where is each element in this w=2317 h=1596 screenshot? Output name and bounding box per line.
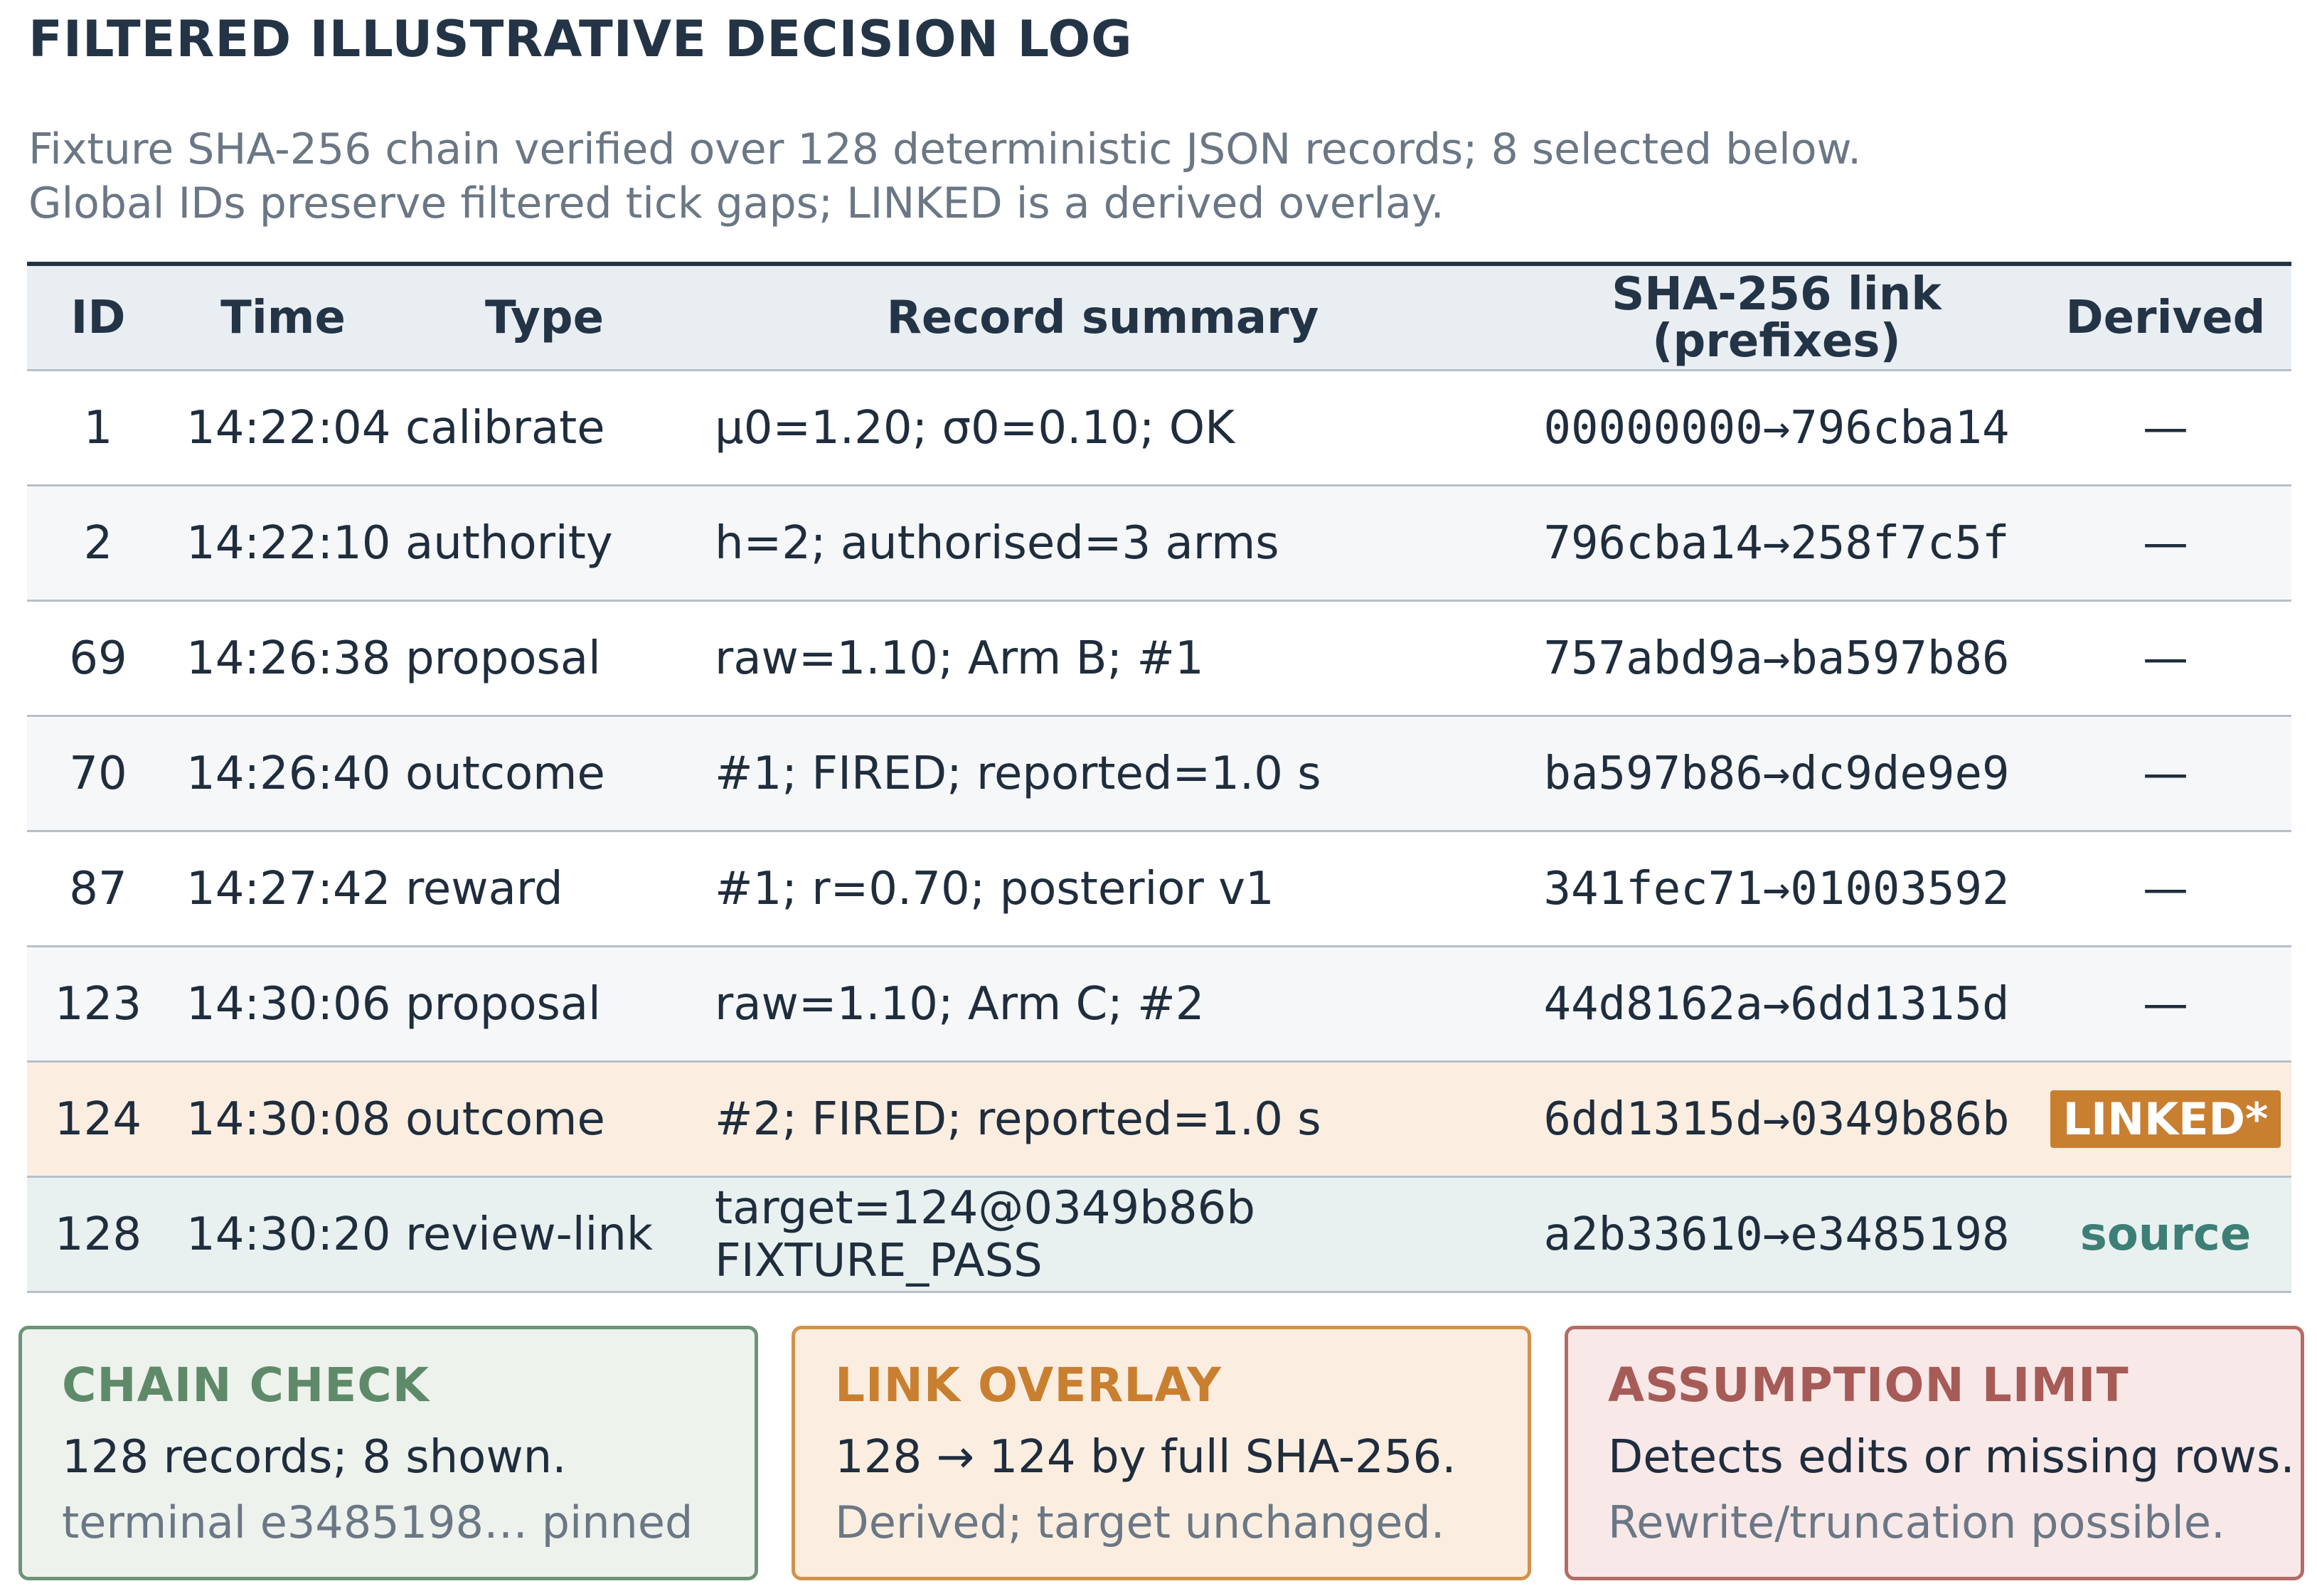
cell-summary: raw=1.10; Arm B; #1 xyxy=(715,632,1204,685)
header-type: Type xyxy=(485,291,604,344)
header-id: ID xyxy=(70,291,126,344)
summary-line: FIXTURE_PASS xyxy=(715,1234,1043,1287)
cell-hash: 00000000→796cba14 xyxy=(1543,401,2010,454)
card-note: terminal e3485198… pinned xyxy=(62,1496,693,1548)
header-hash-line: (prefixes) xyxy=(1652,314,1901,368)
table-row-linked: 124 14:30:08 outcome #2; FIRED; reported… xyxy=(27,1063,2291,1178)
chain-check-card: CHAIN CHECK 128 records; 8 shown. termin… xyxy=(18,1326,758,1580)
cell-time: 14:30:08 xyxy=(186,1092,391,1146)
cell-id: 128 xyxy=(54,1208,142,1261)
source-label: source xyxy=(2079,1208,2252,1261)
table-row-source: 128 14:30:20 review-link target=124@0349… xyxy=(27,1178,2291,1293)
cell-id: 1 xyxy=(83,401,113,454)
cell-time: 14:22:10 xyxy=(186,516,391,570)
table-row: 123 14:30:06 proposal raw=1.10; Arm C; #… xyxy=(27,947,2291,1063)
cell-type: outcome xyxy=(405,1092,605,1146)
subtitle-line: Fixture SHA-256 chain verified over 128 … xyxy=(28,124,1862,174)
page-title: FILTERED ILLUSTRATIVE DECISION LOG xyxy=(28,10,1133,68)
cell-type: authority xyxy=(405,516,613,570)
table-row: 70 14:26:40 outcome #1; FIRED; reported=… xyxy=(27,717,2291,832)
cell-id: 124 xyxy=(54,1092,142,1146)
cell-derived: source xyxy=(2040,1208,2291,1261)
card-heading: ASSUMPTION LIMIT xyxy=(1608,1358,2129,1413)
cell-type: proposal xyxy=(405,632,601,685)
cell-hash: 44d8162a→6dd1315d xyxy=(1543,977,2010,1031)
cell-summary: #1; FIRED; reported=1.0 s xyxy=(715,747,1321,800)
cell-derived: — xyxy=(2143,632,2188,685)
cell-id: 2 xyxy=(83,516,113,570)
header-time: Time xyxy=(220,291,346,344)
cell-type: review-link xyxy=(405,1208,653,1261)
card-note: Rewrite/truncation possible. xyxy=(1608,1496,2225,1548)
cell-type: calibrate xyxy=(405,401,605,454)
table-header-row: ID Time Type Record summary SHA-256 link… xyxy=(27,266,2291,371)
cell-time: 14:27:42 xyxy=(186,862,391,915)
cell-summary: #2; FIRED; reported=1.0 s xyxy=(715,1092,1321,1146)
subtitle-line: Global IDs preserve filtered tick gaps; … xyxy=(28,179,1444,228)
cell-hash: 341fec71→01003592 xyxy=(1543,862,2010,915)
page-subtitle: Fixture SHA-256 chain verified over 128 … xyxy=(28,122,1861,230)
card-line: Detects edits or missing rows. xyxy=(1608,1431,2295,1484)
card-line: 128 → 124 by full SHA-256. xyxy=(835,1431,1456,1484)
cell-type: proposal xyxy=(405,977,601,1031)
cell-hash: ba597b86→dc9de9e9 xyxy=(1543,747,2010,800)
card-heading: CHAIN CHECK xyxy=(62,1358,430,1413)
table-row: 69 14:26:38 proposal raw=1.10; Arm B; #1… xyxy=(27,602,2291,717)
table-row: 87 14:27:42 reward #1; r=0.70; posterior… xyxy=(27,832,2291,947)
cell-summary: μ0=1.20; σ0=0.10; OK xyxy=(715,401,1235,454)
assumption-limit-card: ASSUMPTION LIMIT Detects edits or missin… xyxy=(1565,1326,2304,1580)
cell-summary: raw=1.10; Arm C; #2 xyxy=(715,977,1205,1031)
decision-log-table: ID Time Type Record summary SHA-256 link… xyxy=(27,262,2291,1293)
linked-badge: LINKED* xyxy=(2050,1090,2281,1148)
cell-hash: 6dd1315d→0349b86b xyxy=(1543,1092,2010,1146)
cell-derived: — xyxy=(2143,516,2188,570)
cell-derived: — xyxy=(2143,747,2188,800)
cell-id: 70 xyxy=(69,747,127,800)
cell-time: 14:26:40 xyxy=(186,747,391,800)
card-line: 128 records; 8 shown. xyxy=(62,1431,567,1484)
cell-summary: target=124@0349b86b FIXTURE_PASS xyxy=(692,1182,1513,1287)
link-overlay-card: LINK OVERLAY 128 → 124 by full SHA-256. … xyxy=(792,1326,1531,1580)
cell-derived: LINKED* xyxy=(2040,1090,2291,1148)
cell-type: reward xyxy=(405,862,563,915)
summary-line: target=124@0349b86b xyxy=(715,1181,1255,1235)
cell-id: 123 xyxy=(54,977,142,1031)
cell-type: outcome xyxy=(405,747,605,800)
cell-derived: — xyxy=(2143,401,2188,454)
cell-time: 14:26:38 xyxy=(186,632,391,685)
cell-hash: 796cba14→258f7c5f xyxy=(1543,516,2010,570)
cell-summary: h=2; authorised=3 arms xyxy=(715,516,1279,570)
cell-time: 14:22:04 xyxy=(186,401,391,454)
card-note: Derived; target unchanged. xyxy=(835,1496,1445,1548)
cell-derived: — xyxy=(2143,862,2188,915)
cell-id: 69 xyxy=(69,632,127,685)
header-hash: SHA-256 link (prefixes) xyxy=(1513,271,2040,365)
cell-id: 87 xyxy=(69,862,127,915)
header-hash-line: SHA-256 link xyxy=(1612,267,1942,321)
cell-time: 14:30:06 xyxy=(186,977,391,1031)
header-summary: Record summary xyxy=(886,291,1319,344)
cell-summary: #1; r=0.70; posterior v1 xyxy=(715,862,1274,915)
table-row: 1 14:22:04 calibrate μ0=1.20; σ0=0.10; O… xyxy=(27,371,2291,486)
cell-hash: a2b33610→e3485198 xyxy=(1543,1208,2010,1261)
cell-derived: — xyxy=(2143,977,2188,1031)
cell-hash: 757abd9a→ba597b86 xyxy=(1543,632,2010,685)
cell-time: 14:30:20 xyxy=(186,1208,391,1261)
header-derived: Derived xyxy=(2065,291,2266,344)
card-heading: LINK OVERLAY xyxy=(835,1358,1222,1413)
table-row: 2 14:22:10 authority h=2; authorised=3 a… xyxy=(27,486,2291,602)
